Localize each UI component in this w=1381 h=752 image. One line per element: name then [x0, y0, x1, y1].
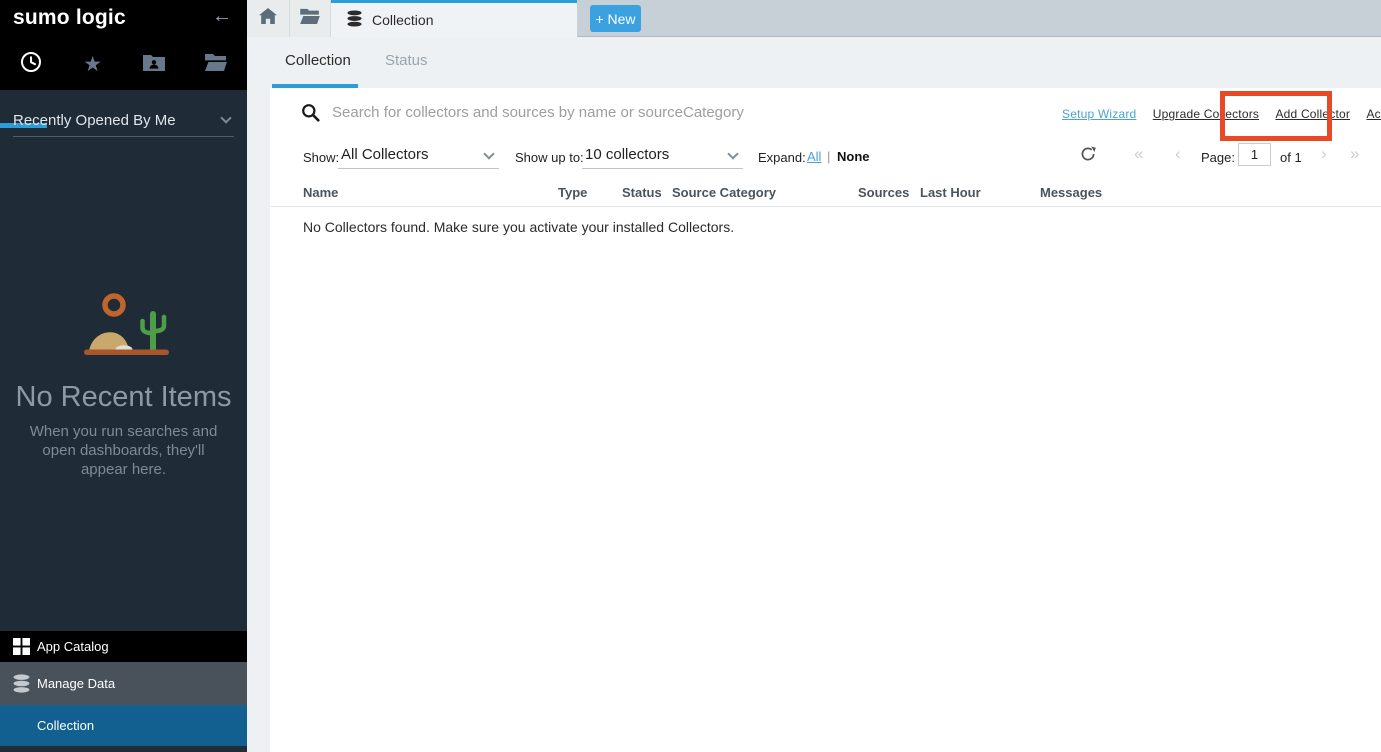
show-filter-value: All Collectors — [341, 146, 429, 163]
sidebar-item-app-catalog[interactable]: App Catalog — [0, 631, 247, 662]
tab-label: Collection — [372, 12, 433, 28]
show-up-to-label: Show up to: — [515, 150, 584, 165]
sidebar-bottom-strip — [0, 746, 247, 752]
sidebar-item-label: Manage Data — [37, 676, 115, 691]
tab-strip-background: + New — [577, 0, 1381, 37]
search-icon — [301, 103, 320, 127]
chevron-down-icon — [220, 112, 231, 123]
sidebar: sumo logic ← ★ — [0, 0, 247, 752]
refresh-icon[interactable] — [1080, 146, 1096, 167]
chevron-down-icon — [727, 148, 738, 159]
annotation-highlight-box — [1220, 91, 1332, 141]
column-header-status[interactable]: Status — [622, 185, 662, 200]
home-icon — [259, 8, 277, 29]
database-icon — [347, 10, 362, 30]
sidebar-tab-favorites[interactable]: ★ — [62, 38, 124, 90]
show-filter-label: Show: — [303, 150, 339, 165]
page-label: Page: — [1201, 150, 1235, 165]
clock-icon — [20, 51, 42, 78]
open-folder-icon — [300, 8, 320, 29]
library-tab-button[interactable] — [290, 0, 331, 37]
sidebar-item-collection[interactable]: Collection — [0, 705, 247, 746]
desert-empty-state-illustration — [0, 290, 247, 367]
pagination-first-icon[interactable]: « — [1134, 144, 1143, 164]
column-header-messages[interactable]: Messages — [1040, 185, 1102, 200]
expand-none-link[interactable]: None — [837, 149, 870, 164]
sidebar-item-manage-data[interactable]: Manage Data — [0, 662, 247, 705]
page-number-input[interactable] — [1238, 143, 1271, 166]
subtab-collection[interactable]: Collection — [285, 52, 351, 69]
collapse-sidebar-arrow-icon[interactable]: ← — [212, 5, 232, 28]
pagination-prev-icon[interactable]: ‹ — [1175, 144, 1181, 164]
star-icon: ★ — [83, 54, 102, 75]
sidebar-tab-library[interactable] — [185, 38, 247, 90]
database-icon — [13, 674, 37, 693]
ground-shape — [84, 350, 169, 356]
pagination-next-icon[interactable]: › — [1321, 144, 1327, 164]
collectors-table-header: Name Type Status Source Category Sources… — [270, 183, 1381, 207]
show-filter-dropdown[interactable]: All Collectors — [338, 143, 499, 169]
new-tab-button[interactable]: + New — [590, 5, 641, 32]
top-tab-strip: Collection + New — [247, 0, 1381, 37]
tab-collection[interactable]: Collection — [331, 0, 577, 37]
sun-icon — [105, 296, 123, 314]
folder-icon — [205, 53, 227, 76]
chevron-down-icon — [483, 148, 494, 159]
sidebar-icon-nav: ★ — [0, 38, 247, 90]
sidebar-item-label: App Catalog — [37, 639, 109, 654]
expand-divider: | — [827, 149, 830, 164]
no-recent-items-subtitle: When you run searches and open dashboard… — [21, 422, 226, 479]
show-up-to-value: 10 collectors — [585, 146, 669, 163]
home-tab-button[interactable] — [247, 0, 290, 37]
page-subtabs: Collection Status — [247, 37, 1381, 88]
access-keys-link[interactable]: Access Keys — [1366, 107, 1381, 121]
column-header-type[interactable]: Type — [558, 185, 587, 200]
no-collectors-message: No Collectors found. Make sure you activ… — [303, 219, 734, 235]
subtab-status[interactable]: Status — [385, 52, 428, 69]
column-header-last-hour[interactable]: Last Hour — [920, 185, 981, 200]
sidebar-tab-recents[interactable] — [0, 38, 62, 90]
grid-icon — [13, 638, 37, 655]
sidebar-item-label: Collection — [37, 718, 94, 733]
recent-filter-label: Recently Opened By Me — [13, 112, 176, 129]
setup-wizard-link[interactable]: Setup Wizard — [1062, 107, 1136, 121]
column-header-source-category[interactable]: Source Category — [672, 185, 776, 200]
collection-panel: Setup Wizard Upgrade Collectors Add Coll… — [270, 88, 1381, 752]
recent-filter-dropdown[interactable]: Recently Opened By Me — [13, 104, 234, 137]
sumo-logic-logo: sumo logic — [13, 6, 126, 30]
search-input[interactable] — [330, 98, 950, 126]
column-header-name[interactable]: Name — [303, 185, 338, 200]
expand-all-link[interactable]: All — [807, 149, 821, 164]
show-up-to-dropdown[interactable]: 10 collectors — [582, 143, 743, 169]
sidebar-tab-shared[interactable] — [124, 38, 186, 90]
expand-label: Expand: — [758, 150, 806, 165]
page-of-label: of 1 — [1280, 150, 1302, 165]
cactus-icon — [142, 314, 164, 352]
column-header-sources[interactable]: Sources — [858, 185, 909, 200]
pagination-last-icon[interactable]: » — [1350, 144, 1359, 164]
sidebar-header: sumo logic ← — [0, 0, 247, 38]
shared-folder-icon — [143, 53, 165, 76]
no-recent-items-title: No Recent Items — [0, 381, 247, 414]
